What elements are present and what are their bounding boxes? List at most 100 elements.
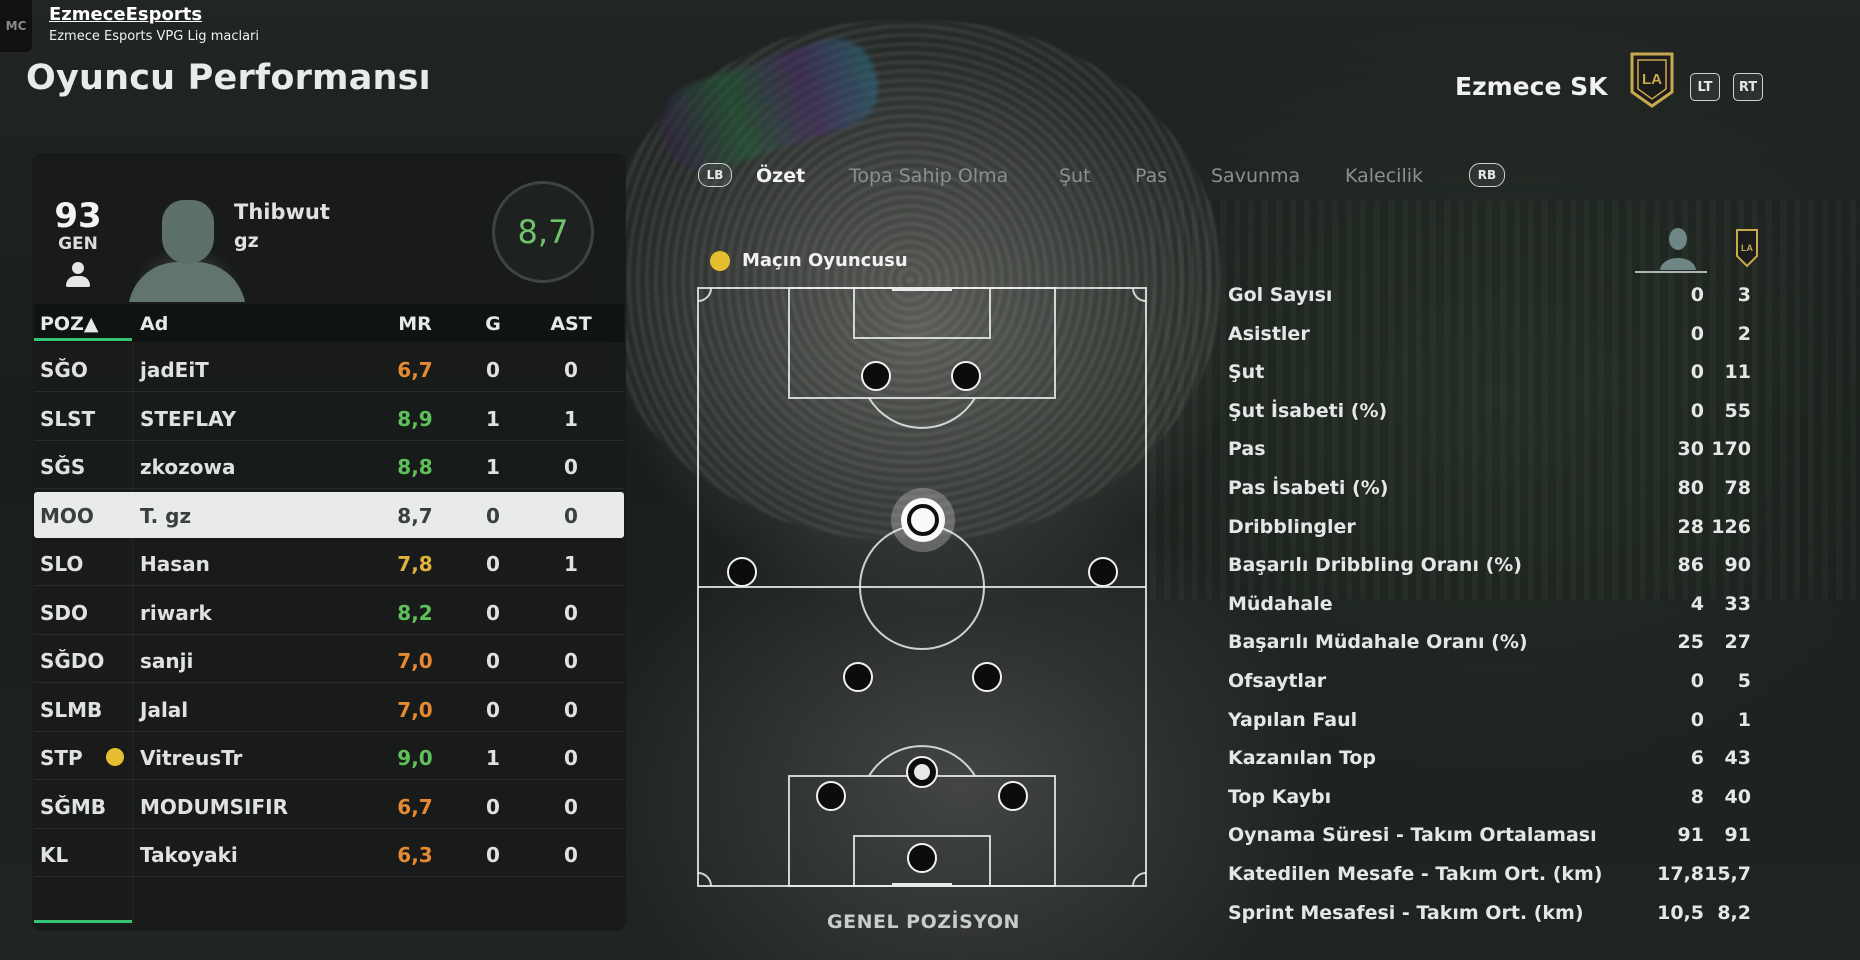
player-dot [1088, 557, 1118, 587]
rt-button[interactable]: RT [1733, 73, 1763, 101]
player-dot [816, 781, 846, 811]
stat-team-value: 2 [1737, 322, 1751, 345]
tab-ozet[interactable]: Özet [756, 165, 805, 187]
player-rating: 8,2 [397, 600, 433, 625]
player-rating: 8,8 [397, 455, 433, 479]
table-row[interactable]: STP VitreusTr 9,0 1 0 [34, 734, 624, 780]
player-goals: 0 [486, 697, 500, 722]
stat-label: Şut [1228, 361, 1265, 384]
sort-indicator [34, 338, 132, 341]
table-row[interactable]: KL Takoyaki 6,3 0 0 [34, 831, 624, 877]
player-position: STP [40, 746, 83, 770]
lb-button[interactable]: LB [698, 163, 732, 187]
stat-team-value: 15,7 [1704, 863, 1751, 885]
stat-label: Dribblingler [1228, 515, 1356, 538]
col-header-name[interactable]: Ad [140, 313, 168, 335]
stat-label: Ofsaytlar [1228, 670, 1327, 692]
general-position-label: GENEL POZİSYON [827, 911, 1020, 933]
lt-button[interactable]: LT [1690, 73, 1720, 101]
table-row[interactable]: SĞMB MODUMSIFIR 6,7 0 0 [34, 783, 624, 829]
player-dot [972, 662, 1002, 692]
player-rating: 7,0 [397, 697, 433, 722]
svg-text:LA: LA [1741, 243, 1753, 253]
player-rating: 6,7 [397, 794, 433, 819]
table-row[interactable]: SLO Hasan 7,8 0 1 [34, 540, 624, 586]
stat-label: Asistler [1228, 322, 1310, 345]
tab-sut[interactable]: Şut [1059, 165, 1091, 187]
stat-label: Pas [1228, 438, 1266, 461]
channel-logo: MC [0, 0, 32, 52]
tab-topa-sahip-olma[interactable]: Topa Sahip Olma [849, 165, 1008, 187]
overall-rating: 93 GEN [42, 198, 114, 288]
player-name: T. gz [140, 503, 192, 528]
col-header-assists[interactable]: AST [548, 313, 594, 335]
stat-label: Oynama Süresi - Takım Ortalaması [1228, 824, 1597, 847]
col-header-rating[interactable]: MR [390, 313, 440, 335]
col-header-position[interactable]: POZ▲ [40, 313, 98, 335]
stat-team-value: 33 [1724, 592, 1751, 615]
table-row[interactable]: MOO T. gz 8,7 0 0 [34, 491, 624, 538]
stat-label: Gol Sayısı [1228, 284, 1333, 306]
person-icon [64, 262, 92, 288]
stat-team-value: 1 [1737, 708, 1751, 731]
player-name: VitreusTr [140, 746, 243, 770]
player-assists: 1 [564, 552, 578, 576]
player-dot [727, 557, 757, 587]
top-penalty-box [788, 287, 1056, 399]
svg-text:LA: LA [1642, 71, 1662, 88]
stat-label: Sprint Mesafesi - Takım Ort. (km) [1228, 901, 1584, 924]
player-position: MOO [40, 503, 94, 528]
rb-button[interactable]: RB [1469, 163, 1505, 187]
player-position: SĞS [40, 455, 86, 479]
player-rating: 7,0 [397, 649, 433, 673]
player-assists: 1 [564, 406, 578, 431]
player-dot [907, 843, 937, 873]
col-header-goals[interactable]: G [478, 313, 508, 335]
player-goals: 0 [486, 503, 500, 528]
player-assists: 0 [564, 649, 578, 673]
channel-name[interactable]: EzmeceEsports [49, 4, 202, 25]
table-row[interactable]: SDO riwark 8,2 0 0 [34, 589, 624, 635]
stat-label: Top Kaybı [1228, 785, 1332, 808]
overall-value: 93 [54, 196, 102, 236]
motm-label: Maçın Oyuncusu [742, 250, 908, 271]
tab-savunma[interactable]: Savunma [1211, 165, 1300, 187]
player-position: KL [40, 843, 69, 867]
motm-icon [106, 748, 124, 766]
player-column-icon [1660, 228, 1696, 270]
table-row[interactable]: SĞDO sanji 7,0 0 0 [34, 637, 624, 683]
player-position: SLO [40, 552, 84, 576]
top-goal-box [853, 287, 991, 339]
player-dot [998, 781, 1028, 811]
player-rating: 8,9 [397, 406, 433, 431]
player-assists: 0 [564, 600, 578, 625]
player-position: SĞMB [40, 794, 106, 819]
tab-pas[interactable]: Pas [1135, 165, 1167, 187]
stat-team-value: 126 [1711, 515, 1751, 538]
player-goals: 1 [486, 746, 500, 770]
stat-team-value: 5 [1737, 670, 1751, 692]
player-assists: 0 [564, 503, 578, 528]
player-name: zkozowa [140, 455, 236, 479]
player-position: SĞDO [40, 649, 105, 673]
team-crest-icon: LA [1630, 52, 1674, 108]
table-row[interactable]: SLMB Jalal 7,0 0 0 [34, 686, 624, 732]
stat-label: Yapılan Faul [1228, 708, 1358, 731]
player-rating: 7,8 [397, 552, 433, 576]
motm-icon [710, 251, 730, 271]
player-goals: 0 [486, 358, 500, 382]
player-position: SDO [40, 600, 89, 625]
table-row[interactable]: SĞS zkozowa 8,8 1 0 [34, 443, 624, 489]
table-row[interactable]: SĞO jadEiT 6,7 0 0 [34, 346, 624, 392]
stat-label: Başarılı Müdahale Oranı (%) [1228, 631, 1528, 654]
player-name: Jalal [140, 697, 189, 722]
channel-subtitle: Ezmece Esports VPG Lig maclari [49, 29, 260, 44]
overall-label: GEN [58, 234, 98, 254]
player-goals: 1 [486, 455, 500, 479]
tab-kalecilik[interactable]: Kalecilik [1345, 165, 1423, 187]
player-rating: 8,7 [397, 503, 433, 528]
player-dot [843, 662, 873, 692]
top-penalty-arc [868, 397, 976, 429]
table-row[interactable]: SLST STEFLAY 8,9 1 1 [34, 395, 624, 441]
stat-team-value: 3 [1737, 284, 1751, 306]
